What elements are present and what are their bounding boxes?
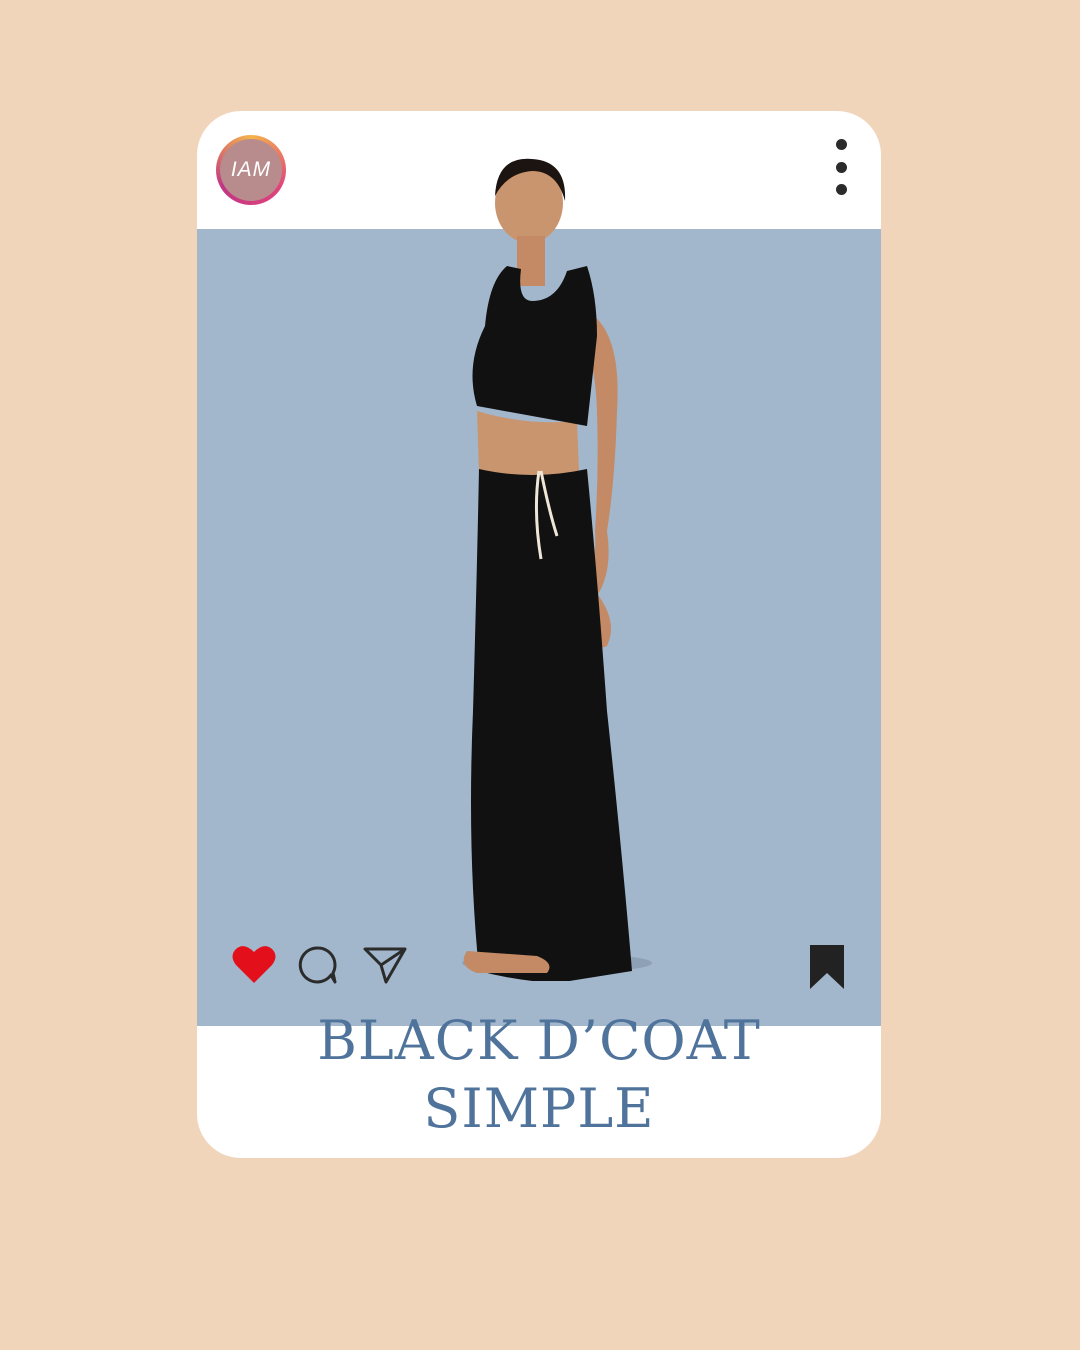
post-card: IAM BLACK D’COAT SIMPLE: [197, 111, 881, 1158]
more-dot-icon: [835, 139, 847, 150]
comment-icon[interactable]: [298, 945, 338, 985]
caption-line-2: SIMPLE: [423, 1077, 655, 1140]
model-crop-top: [472, 266, 597, 426]
more-options-button[interactable]: [829, 139, 853, 195]
profile-avatar[interactable]: IAM: [216, 135, 286, 205]
post-action-bar: [197, 943, 881, 1003]
send-icon[interactable]: [362, 945, 408, 985]
more-dot-icon: [835, 161, 847, 173]
heart-icon[interactable]: [231, 943, 277, 985]
post-caption: BLACK D’COAT SIMPLE: [197, 1007, 881, 1143]
more-dot-icon: [835, 184, 847, 195]
bookmark-icon[interactable]: [807, 943, 847, 991]
avatar-label: IAM: [220, 139, 282, 201]
model-neck: [517, 236, 545, 286]
model-photo: [462, 158, 652, 981]
caption-line-1: BLACK D’COAT: [317, 1009, 761, 1072]
